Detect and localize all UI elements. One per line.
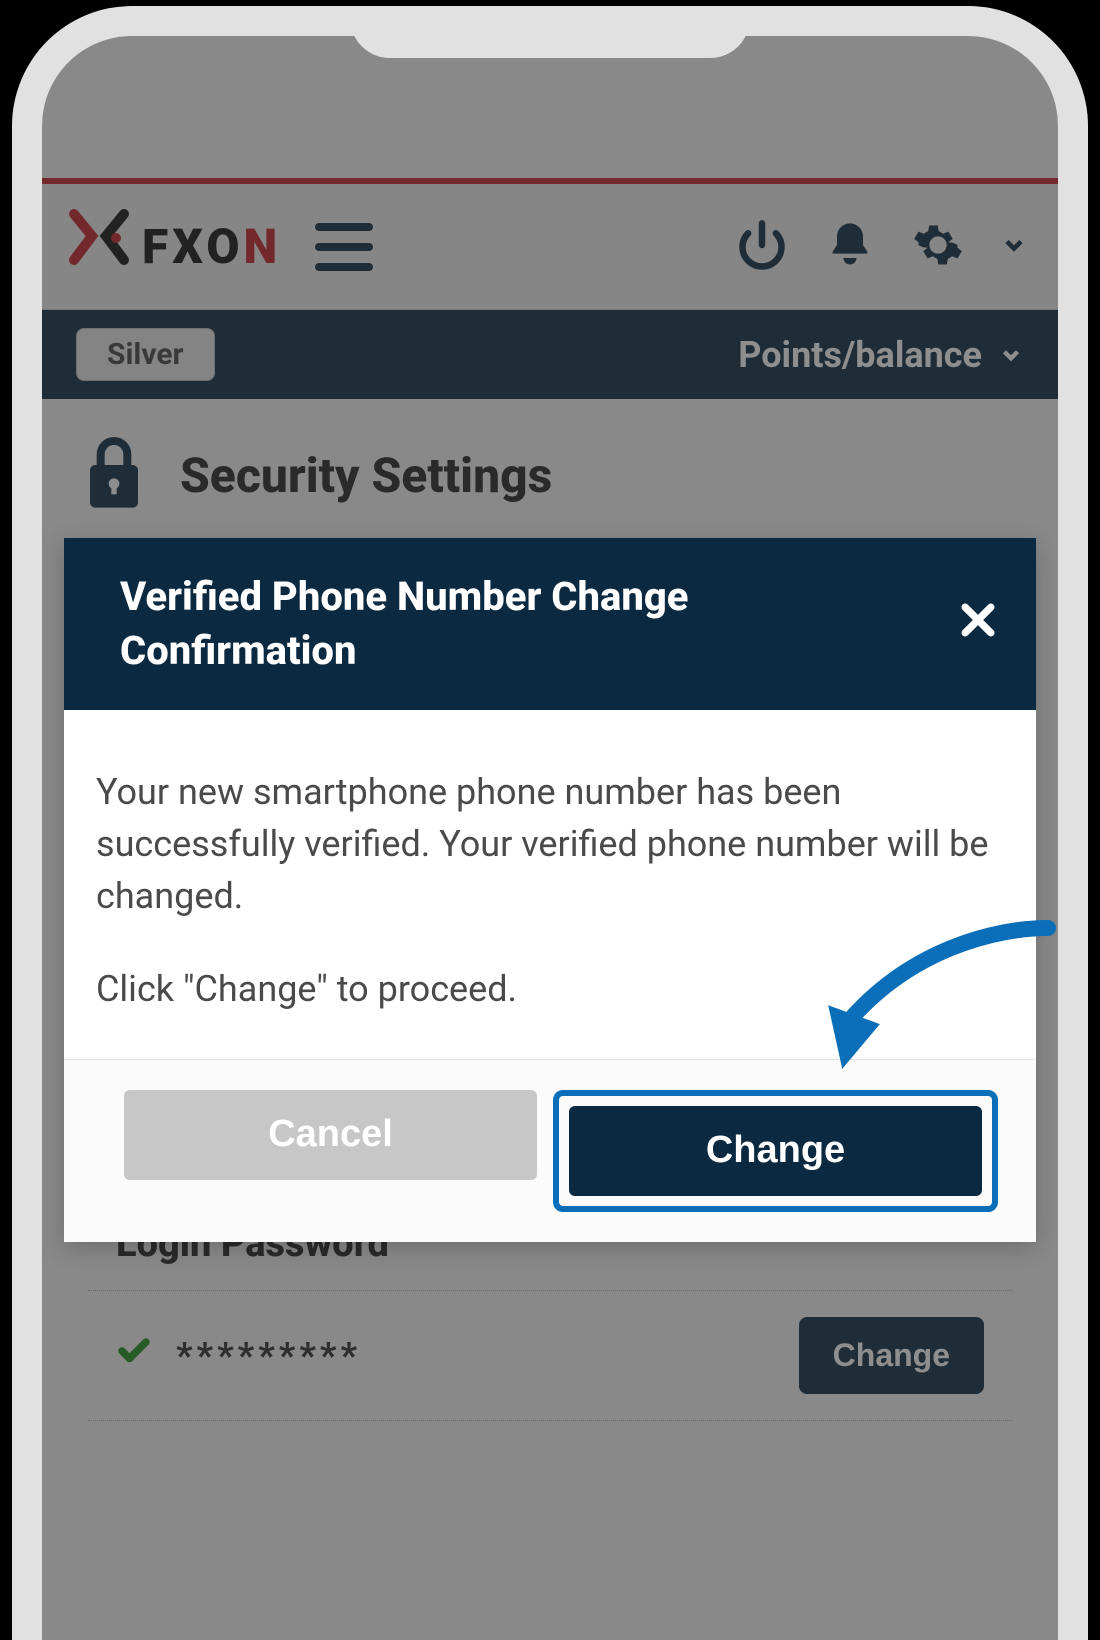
confirmation-modal: Verified Phone Number Change Confirmatio… xyxy=(64,538,1036,1242)
page-title: Security Settings xyxy=(180,447,552,504)
change-password-button[interactable]: Change xyxy=(799,1317,984,1394)
phone-body: FXON xyxy=(12,6,1088,1640)
modal-body: Your new smartphone phone number has bee… xyxy=(64,710,1036,1059)
header-right xyxy=(736,219,1028,275)
bell-icon[interactable] xyxy=(824,219,876,275)
lock-icon xyxy=(82,433,146,517)
points-balance-dropdown[interactable]: Points/balance xyxy=(738,334,1024,376)
logo-text: FXON xyxy=(142,218,281,275)
chevron-down-icon[interactable] xyxy=(1000,231,1028,263)
menu-button[interactable] xyxy=(315,223,373,271)
modal-title: Verified Phone Number Change Confirmatio… xyxy=(120,570,820,678)
logo: FXON xyxy=(68,208,281,285)
login-password-row: ********* Change xyxy=(88,1291,1012,1420)
modal-header: Verified Phone Number Change Confirmatio… xyxy=(64,538,1036,710)
login-password-value: ********* xyxy=(116,1333,361,1379)
modal-body-p2: Click "Change" to proceed. xyxy=(96,963,1004,1015)
chevron-down-icon xyxy=(998,342,1024,368)
logo-mark-icon xyxy=(68,208,130,285)
page-title-row: Security Settings xyxy=(42,399,1058,547)
check-icon xyxy=(116,1333,152,1379)
tier-badge: Silver xyxy=(76,328,215,381)
close-icon[interactable] xyxy=(956,598,1000,651)
change-button-highlight: Change xyxy=(553,1090,998,1212)
points-label: Points/balance xyxy=(738,334,982,376)
phone-frame: FXON xyxy=(0,0,1100,1640)
masked-password: ********* xyxy=(176,1335,361,1377)
app-header: FXON xyxy=(42,184,1058,310)
phone-screen: FXON xyxy=(42,36,1058,1640)
power-icon[interactable] xyxy=(736,219,788,275)
modal-body-p1: Your new smartphone phone number has bee… xyxy=(96,766,1004,923)
modal-footer: Cancel Change xyxy=(64,1059,1036,1242)
change-button[interactable]: Change xyxy=(569,1106,982,1196)
phone-notch xyxy=(350,6,750,58)
status-bar: Silver Points/balance xyxy=(42,310,1058,399)
gear-icon[interactable] xyxy=(912,219,964,275)
cancel-button[interactable]: Cancel xyxy=(124,1090,537,1180)
header-left: FXON xyxy=(68,208,373,285)
